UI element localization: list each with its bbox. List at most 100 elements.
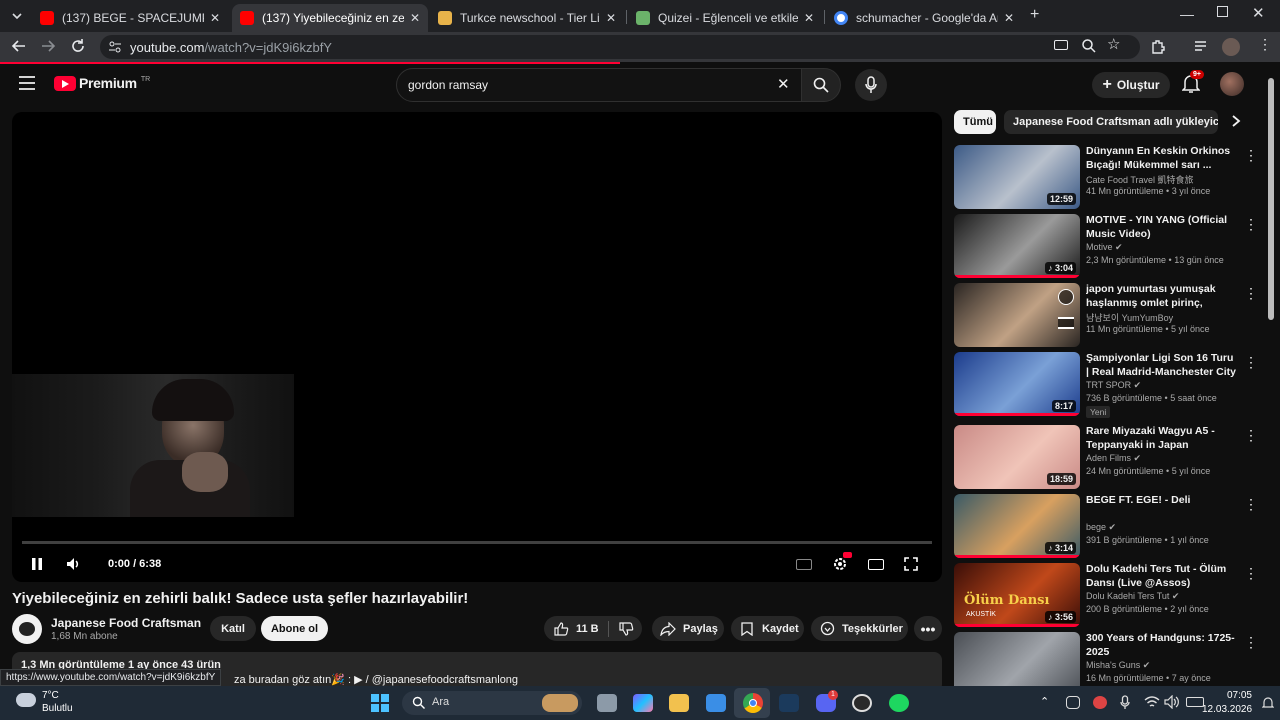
fullscreen-button[interactable]: [904, 552, 918, 576]
notifications-button[interactable]: 9+: [1182, 70, 1204, 94]
cast-icon[interactable]: [1054, 40, 1068, 50]
video-thumbnail[interactable]: ♪ 3:14: [954, 494, 1080, 558]
media-controls-icon[interactable]: [1194, 40, 1210, 54]
more-options-icon[interactable]: ⋮: [1244, 285, 1258, 302]
close-tab-icon[interactable]: ✕: [606, 11, 616, 25]
task-view-icon[interactable]: [597, 694, 617, 712]
taskbar-search[interactable]: Ara: [402, 691, 582, 715]
browser-tab-2[interactable]: (137) Yiyebileceğiniz en zehirli b ✕: [232, 4, 428, 32]
zoom-icon[interactable]: [1081, 38, 1097, 54]
more-options-icon[interactable]: ⋮: [1244, 354, 1258, 371]
close-tab-icon[interactable]: ✕: [804, 11, 814, 25]
more-options-icon[interactable]: ⋮: [1244, 216, 1258, 233]
address-bar[interactable]: youtube.com/watch?v=jdK9i6kzbfY: [100, 35, 1140, 59]
subscribe-button[interactable]: Abone ol: [261, 616, 328, 641]
tray-microphone-icon[interactable]: [1120, 695, 1130, 710]
chips-next-button[interactable]: [1230, 114, 1242, 128]
steam-icon[interactable]: [779, 694, 799, 712]
dislike-button[interactable]: [609, 621, 634, 636]
video-thumbnail[interactable]: Ölüm Dansı AKUSTİK ♪ 3:56: [954, 563, 1080, 627]
profile-avatar[interactable]: [1222, 38, 1240, 56]
restore-window-icon[interactable]: [1217, 6, 1228, 17]
cloud-weather-icon[interactable]: [16, 693, 36, 707]
obs-icon[interactable]: [852, 694, 872, 712]
reload-icon[interactable]: [70, 38, 86, 54]
recommendation-item[interactable]: 8:17 Şampiyonlar Ligi Son 16 Turu | Real …: [954, 352, 1264, 418]
browser-tab-3[interactable]: Turkce newschool - Tier List, Kö ✕: [430, 4, 624, 32]
tray-app-icon[interactable]: [1066, 696, 1080, 709]
recommendation-item[interactable]: 18:59 Rare Miyazaki Wagyu A5 - Teppanyaki…: [954, 425, 1264, 489]
extensions-icon[interactable]: [1150, 39, 1166, 55]
voice-search-button[interactable]: [855, 69, 887, 101]
create-button[interactable]: + Oluştur: [1092, 72, 1170, 98]
tab-search-button[interactable]: [8, 7, 26, 25]
browser-menu-icon[interactable]: ⋮: [1258, 36, 1272, 53]
recommendation-item[interactable]: japon yumurtası yumuşak haşlanmış omlet …: [954, 283, 1264, 347]
video-thumbnail[interactable]: [954, 283, 1080, 347]
video-thumbnail[interactable]: 18:59: [954, 425, 1080, 489]
hamburger-menu-icon[interactable]: [19, 76, 35, 90]
close-tab-icon[interactable]: ✕: [1004, 11, 1014, 25]
close-tab-icon[interactable]: ✕: [210, 11, 220, 25]
notification-center-icon[interactable]: [1262, 697, 1274, 710]
video-player[interactable]: 0:00 / 6:38: [12, 112, 942, 582]
more-options-icon[interactable]: ⋮: [1244, 634, 1258, 651]
recommendation-item[interactable]: ♪ 3:04 MOTIVE - YIN YANG (Official Music …: [954, 214, 1264, 278]
back-arrow-icon[interactable]: [11, 38, 27, 54]
pause-button[interactable]: [30, 552, 44, 576]
windows-start-icon[interactable]: [371, 694, 389, 712]
chrome-icon[interactable]: [743, 693, 763, 713]
browser-tab-1[interactable]: (137) BEGE - SPACEJUMP (OFFIC ✕: [32, 4, 228, 32]
page-scrollbar[interactable]: [1268, 78, 1274, 320]
close-window-icon[interactable]: ✕: [1252, 4, 1265, 22]
subtitles-button[interactable]: [796, 552, 812, 576]
clock-time[interactable]: 07:05: [1214, 690, 1252, 701]
mail-icon[interactable]: [706, 694, 726, 712]
recommendation-item[interactable]: ♪ 3:14 BEGE FT. EGE! - Deli bege ✔ 391 B gö…: [954, 494, 1264, 558]
chip-all[interactable]: Tümü: [954, 110, 996, 134]
theater-mode-button[interactable]: [868, 552, 884, 576]
clock-date[interactable]: 12.03.2026: [1202, 704, 1252, 715]
wifi-icon[interactable]: [1144, 695, 1160, 709]
video-thumbnail[interactable]: ♪ 3:04: [954, 214, 1080, 278]
tray-security-icon[interactable]: [1093, 696, 1107, 709]
youtube-logo[interactable]: Premium TR: [54, 75, 150, 91]
channel-avatar[interactable]: [12, 614, 42, 644]
add-to-queue-icon[interactable]: [1058, 317, 1074, 329]
chip-from-uploader[interactable]: Japanese Food Craftsman adlı yükleyicide…: [1004, 110, 1218, 134]
video-thumbnail[interactable]: 12:59: [954, 145, 1080, 209]
save-button[interactable]: Kaydet: [731, 616, 804, 641]
more-options-icon[interactable]: ⋮: [1244, 496, 1258, 513]
new-tab-plus-icon[interactable]: +: [1030, 6, 1039, 24]
account-avatar[interactable]: [1220, 72, 1244, 96]
share-button[interactable]: Paylaş: [652, 616, 724, 641]
more-actions-button[interactable]: •••: [914, 616, 942, 641]
join-button[interactable]: Katıl: [210, 616, 256, 641]
like-button[interactable]: 11 B: [544, 621, 608, 636]
watch-later-clock-icon[interactable]: [1058, 289, 1074, 305]
discord-icon[interactable]: 1: [816, 690, 838, 712]
clear-search-icon[interactable]: ✕: [777, 75, 790, 93]
browser-tab-4[interactable]: Quizei - Eğlenceli ve etkileşimli ✕: [628, 4, 822, 32]
more-options-icon[interactable]: ⋮: [1244, 565, 1258, 582]
speaker-icon[interactable]: [1164, 695, 1180, 709]
video-progress-bar[interactable]: [22, 541, 932, 544]
recommendation-item[interactable]: Ölüm Dansı AKUSTİK ♪ 3:56 Dolu Kadehi Ters …: [954, 563, 1264, 627]
more-options-icon[interactable]: ⋮: [1244, 427, 1258, 444]
minimize-window-icon[interactable]: —: [1180, 6, 1194, 22]
forward-arrow-icon[interactable]: [40, 38, 56, 54]
thanks-button[interactable]: Teşekkürler: [811, 616, 908, 641]
video-thumbnail[interactable]: 8:17: [954, 352, 1080, 416]
browser-tab-5[interactable]: schumacher - Google'da Ara ✕: [826, 4, 1022, 32]
recommendation-item[interactable]: 12:59 Dünyanın En Keskin Orkinos Bıçağı! …: [954, 145, 1264, 209]
copilot-icon[interactable]: [633, 694, 653, 712]
bookmark-star-icon[interactable]: ☆: [1107, 35, 1120, 53]
channel-name[interactable]: Japanese Food Craftsman: [51, 616, 201, 630]
volume-button[interactable]: [66, 552, 82, 576]
spotify-icon[interactable]: [889, 694, 909, 712]
show-hidden-icons-chevron-icon[interactable]: ⌃: [1040, 695, 1049, 708]
more-options-icon[interactable]: ⋮: [1244, 147, 1258, 164]
settings-button[interactable]: [832, 552, 852, 576]
close-tab-icon[interactable]: ✕: [410, 11, 420, 25]
site-info-icon[interactable]: [108, 40, 122, 54]
